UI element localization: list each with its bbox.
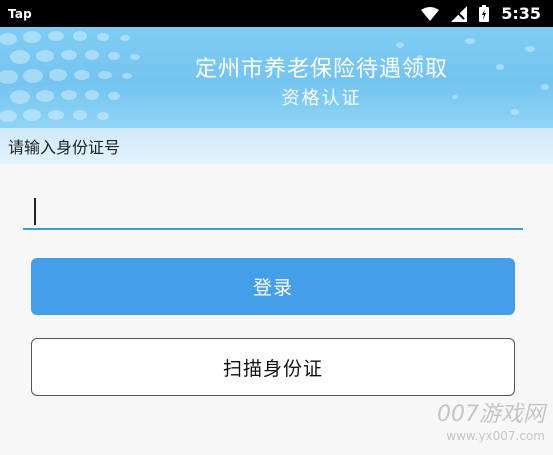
id-prompt-label: 请输入身份证号 <box>8 138 121 157</box>
scan-id-card-button[interactable]: 扫描身份证 <box>31 338 515 396</box>
status-time: 5:35 <box>501 4 541 23</box>
signal-icon <box>451 5 468 22</box>
status-bar: Tap 5:35 <box>0 0 553 27</box>
status-indicators: 5:35 <box>421 4 541 23</box>
watermark: 007游戏网 www.yx007.com <box>437 402 545 444</box>
page-title: 定州市养老保险待遇领取 <box>194 57 448 82</box>
wifi-icon <box>421 6 440 21</box>
id-number-input[interactable] <box>23 190 523 230</box>
watermark-url: www.yx007.com <box>446 429 545 443</box>
text-cursor <box>34 198 36 225</box>
status-app-label: Tap <box>8 6 32 21</box>
battery-icon <box>479 5 490 22</box>
page-subtitle: 资格认证 <box>281 88 362 109</box>
watermark-brand: 007游戏网 <box>437 402 545 427</box>
id-prompt-strip: 请输入身份证号 <box>0 128 553 164</box>
login-button[interactable]: 登录 <box>31 258 515 315</box>
header-banner: 定州市养老保险待遇领取 资格认证 <box>0 27 553 128</box>
